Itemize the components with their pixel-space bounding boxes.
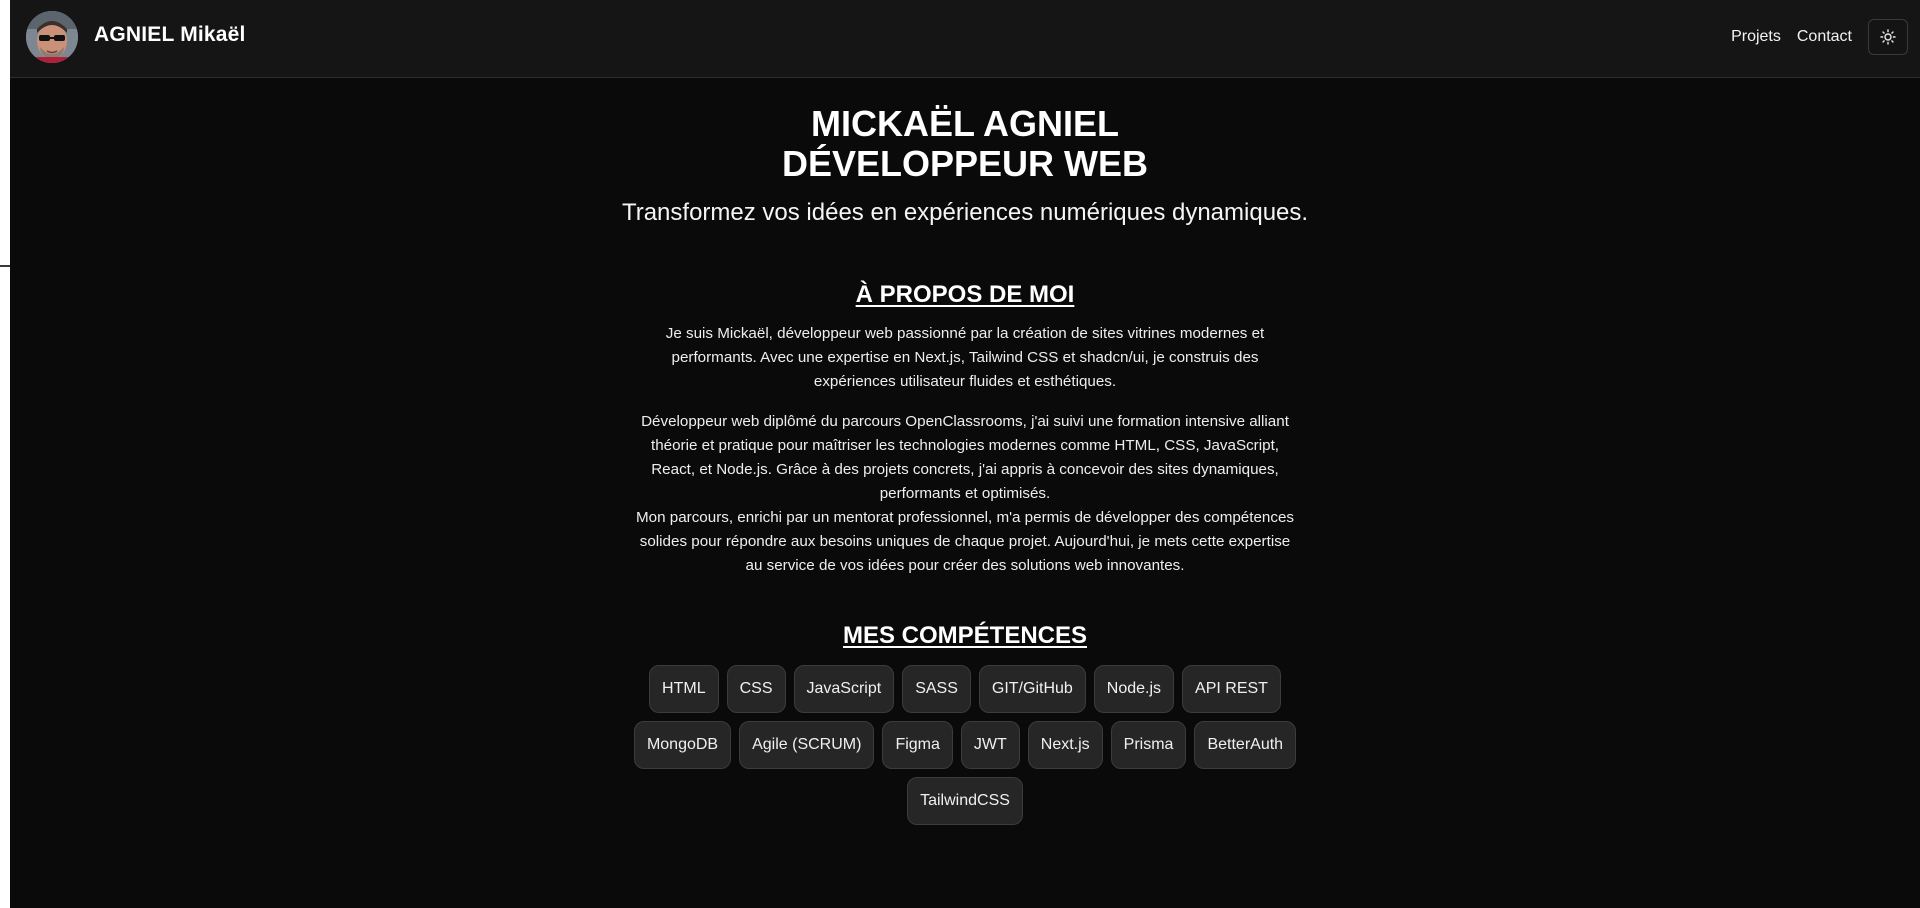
skill-badge-prisma: Prisma (1110, 721, 1187, 769)
skill-badge-jwt: JWT (960, 721, 1020, 769)
skill-badge-javascript: JavaScript (793, 665, 895, 713)
skill-badge-sass: SASS (902, 665, 971, 713)
about-title: À PROPOS DE MOI (855, 281, 1075, 308)
window-edge-marker (0, 265, 10, 267)
navbar: AGNIEL Mikaël Projets Contact (10, 0, 1920, 78)
skills-list: HTML CSS JavaScript SASS GIT/GitHub Node… (605, 665, 1325, 825)
skill-badge-agile-scrum: Agile (SCRUM) (739, 721, 875, 769)
skill-badge-git-github: GIT/GitHub (978, 665, 1086, 713)
skill-badge-figma: Figma (882, 721, 953, 769)
about-paragraph-1: Je suis Mickaël, développeur web passion… (665, 325, 1265, 390)
skills-title: MES COMPÉTENCES (842, 622, 1088, 649)
hero-tagline: Transformez vos idées en expériences num… (621, 199, 1309, 226)
skill-badge-nextjs: Next.js (1027, 721, 1103, 769)
about-paragraph-2: Développeur web diplômé du parcours Open… (630, 410, 1300, 578)
nav-link-projets[interactable]: Projets (1723, 18, 1789, 56)
theme-toggle-button[interactable] (1868, 19, 1908, 55)
about-paragraph-2-part-1: Développeur web diplômé du parcours Open… (641, 413, 1289, 502)
avatar[interactable] (26, 11, 78, 63)
nav-links: Projets Contact (1723, 18, 1908, 56)
main-content: MICKAËL AGNIEL DÉVELOPPEUR WEB Transform… (10, 78, 1920, 825)
hero-title: MICKAËL AGNIEL DÉVELOPPEUR WEB (10, 78, 1920, 184)
skill-badge-css: CSS (726, 665, 786, 713)
skill-badge-html: HTML (649, 665, 719, 713)
hero-title-name: MICKAËL AGNIEL (810, 103, 1119, 144)
window-left-edge (0, 0, 10, 908)
skill-badge-tailwindcss: TailwindCSS (907, 777, 1023, 825)
about-paragraph-2-part-2: Mon parcours, enrichi par un mentorat pr… (636, 509, 1294, 574)
hero-title-role: DÉVELOPPEUR WEB (781, 143, 1149, 184)
skill-badge-api-rest: API REST (1182, 665, 1281, 713)
sun-icon (1880, 29, 1896, 45)
skill-badge-mongodb: MongoDB (633, 721, 732, 769)
brand-name[interactable]: AGNIEL Mikaël (94, 23, 246, 47)
nav-link-contact[interactable]: Contact (1789, 18, 1860, 56)
skill-badge-nodejs: Node.js (1093, 665, 1175, 713)
skill-badge-betterauth: BetterAuth (1194, 721, 1297, 769)
